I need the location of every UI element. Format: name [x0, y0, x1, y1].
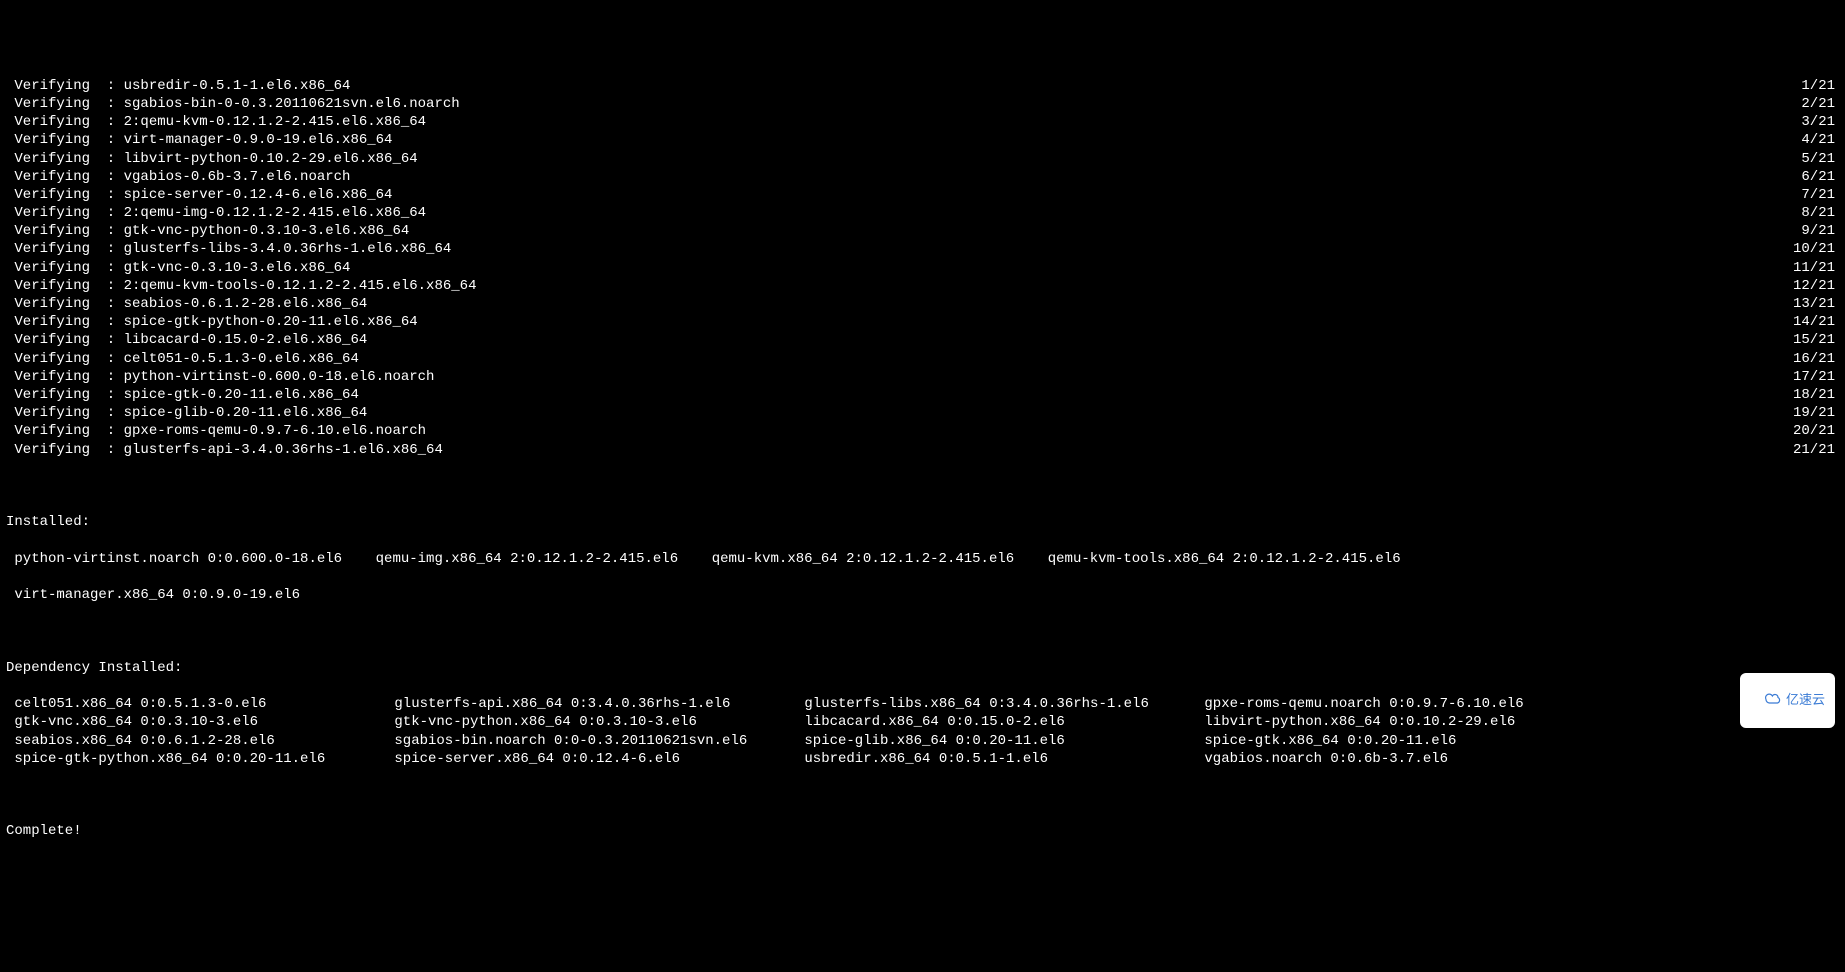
verify-line: Verifying : 2:qemu-kvm-0.12.1.2-2.415.el…: [6, 113, 1839, 131]
verify-output-block: Verifying : usbredir-0.5.1-1.el6.x86_64 1…: [6, 77, 1839, 459]
verify-line: Verifying : spice-server-0.12.4-6.el6.x8…: [6, 186, 1839, 204]
watermark-badge: 亿速云: [1740, 673, 1835, 728]
verify-package: Verifying : vgabios-0.6b-3.7.el6.noarch: [14, 168, 350, 186]
verify-line: Verifying : vgabios-0.6b-3.7.el6.noarch 6…: [6, 168, 1839, 186]
verify-package: Verifying : libvirt-python-0.10.2-29.el6…: [14, 150, 417, 168]
verify-line: Verifying : glusterfs-api-3.4.0.36rhs-1.…: [6, 441, 1839, 459]
cloud-icon: [1750, 675, 1782, 726]
verify-line: Verifying : python-virtinst-0.600.0-18.e…: [6, 368, 1839, 386]
verify-progress: 17/21: [1793, 368, 1839, 386]
verify-progress: 13/21: [1793, 295, 1839, 313]
verify-progress: 6/21: [1801, 168, 1839, 186]
verify-line: Verifying : celt051-0.5.1.3-0.el6.x86_64…: [6, 350, 1839, 368]
verify-progress: 5/21: [1801, 150, 1839, 168]
verify-package: Verifying : spice-glib-0.20-11.el6.x86_6…: [14, 404, 367, 422]
dependency-package: vgabios.noarch 0:0.6b-3.7.el6: [1204, 750, 1839, 768]
dependency-package: spice-gtk.x86_64 0:0.20-11.el6: [1204, 732, 1839, 750]
verify-progress: 2/21: [1801, 95, 1839, 113]
verify-progress: 12/21: [1793, 277, 1839, 295]
verify-package: Verifying : sgabios-bin-0-0.3.20110621sv…: [14, 95, 459, 113]
verify-line: Verifying : libcacard-0.15.0-2.el6.x86_6…: [6, 331, 1839, 349]
verify-progress: 8/21: [1801, 204, 1839, 222]
verify-progress: 14/21: [1793, 313, 1839, 331]
dependency-package: celt051.x86_64 0:0.5.1.3-0.el6: [14, 695, 394, 713]
verify-progress: 21/21: [1793, 441, 1839, 459]
verify-line: Verifying : 2:qemu-img-0.12.1.2-2.415.el…: [6, 204, 1839, 222]
verify-line: Verifying : sgabios-bin-0-0.3.20110621sv…: [6, 95, 1839, 113]
verify-package: Verifying : spice-gtk-0.20-11.el6.x86_64: [14, 386, 358, 404]
verify-package: Verifying : spice-server-0.12.4-6.el6.x8…: [14, 186, 392, 204]
verify-package: Verifying : libcacard-0.15.0-2.el6.x86_6…: [14, 331, 367, 349]
dependency-package: glusterfs-api.x86_64 0:3.4.0.36rhs-1.el6: [394, 695, 804, 713]
verify-progress: 4/21: [1801, 131, 1839, 149]
verify-line: Verifying : virt-manager-0.9.0-19.el6.x8…: [6, 131, 1839, 149]
dependency-packages-grid: celt051.x86_64 0:0.5.1.3-0.el6glusterfs-…: [6, 695, 1839, 768]
dependency-package: glusterfs-libs.x86_64 0:3.4.0.36rhs-1.el…: [804, 695, 1204, 713]
verify-package: Verifying : gtk-vnc-0.3.10-3.el6.x86_64: [14, 259, 350, 277]
dependency-package: spice-server.x86_64 0:0.12.4-6.el6: [394, 750, 804, 768]
dependency-installed-heading: Dependency Installed:: [6, 659, 1839, 677]
verify-package: Verifying : python-virtinst-0.600.0-18.e…: [14, 368, 434, 386]
verify-line: Verifying : gpxe-roms-qemu-0.9.7-6.10.el…: [6, 422, 1839, 440]
dependency-package: spice-gtk-python.x86_64 0:0.20-11.el6: [14, 750, 394, 768]
dependency-package: sgabios-bin.noarch 0:0-0.3.20110621svn.e…: [394, 732, 804, 750]
verify-progress: 18/21: [1793, 386, 1839, 404]
verify-line: Verifying : usbredir-0.5.1-1.el6.x86_64 1…: [6, 77, 1839, 95]
verify-progress: 15/21: [1793, 331, 1839, 349]
verify-package: Verifying : virt-manager-0.9.0-19.el6.x8…: [14, 131, 392, 149]
verify-package: Verifying : celt051-0.5.1.3-0.el6.x86_64: [14, 350, 358, 368]
verify-progress: 10/21: [1793, 240, 1839, 258]
verify-package: Verifying : gtk-vnc-python-0.3.10-3.el6.…: [14, 222, 409, 240]
installed-packages-line-1: python-virtinst.noarch 0:0.600.0-18.el6 …: [6, 550, 1839, 568]
verify-progress: 16/21: [1793, 350, 1839, 368]
verify-line: Verifying : seabios-0.6.1.2-28.el6.x86_6…: [6, 295, 1839, 313]
verify-package: Verifying : spice-gtk-python-0.20-11.el6…: [14, 313, 417, 331]
dependency-package: gtk-vnc-python.x86_64 0:0.3.10-3.el6: [394, 713, 804, 731]
verify-line: Verifying : libvirt-python-0.10.2-29.el6…: [6, 150, 1839, 168]
verify-progress: 20/21: [1793, 422, 1839, 440]
dependency-package: usbredir.x86_64 0:0.5.1-1.el6: [804, 750, 1204, 768]
dependency-package: seabios.x86_64 0:0.6.1.2-28.el6: [14, 732, 394, 750]
verify-progress: 1/21: [1801, 77, 1839, 95]
verify-package: Verifying : seabios-0.6.1.2-28.el6.x86_6…: [14, 295, 367, 313]
verify-line: Verifying : spice-gtk-0.20-11.el6.x86_64…: [6, 386, 1839, 404]
verify-line: Verifying : glusterfs-libs-3.4.0.36rhs-1…: [6, 240, 1839, 258]
verify-progress: 7/21: [1801, 186, 1839, 204]
verify-package: Verifying : 2:qemu-kvm-0.12.1.2-2.415.el…: [14, 113, 426, 131]
watermark-text: 亿速云: [1786, 692, 1825, 709]
verify-progress: 3/21: [1801, 113, 1839, 131]
verify-package: Verifying : 2:qemu-kvm-tools-0.12.1.2-2.…: [14, 277, 476, 295]
verify-progress: 11/21: [1793, 259, 1839, 277]
verify-package: Verifying : 2:qemu-img-0.12.1.2-2.415.el…: [14, 204, 426, 222]
verify-package: Verifying : gpxe-roms-qemu-0.9.7-6.10.el…: [14, 422, 426, 440]
complete-message: Complete!: [6, 822, 1839, 840]
verify-line: Verifying : 2:qemu-kvm-tools-0.12.1.2-2.…: [6, 277, 1839, 295]
verify-package: Verifying : glusterfs-api-3.4.0.36rhs-1.…: [14, 441, 442, 459]
verify-package: Verifying : usbredir-0.5.1-1.el6.x86_64: [14, 77, 350, 95]
dependency-package: libcacard.x86_64 0:0.15.0-2.el6: [804, 713, 1204, 731]
verify-progress: 19/21: [1793, 404, 1839, 422]
verify-line: Verifying : spice-glib-0.20-11.el6.x86_6…: [6, 404, 1839, 422]
verify-line: Verifying : spice-gtk-python-0.20-11.el6…: [6, 313, 1839, 331]
dependency-package: gtk-vnc.x86_64 0:0.3.10-3.el6: [14, 713, 394, 731]
verify-line: Verifying : gtk-vnc-0.3.10-3.el6.x86_64 1…: [6, 259, 1839, 277]
dependency-package: spice-glib.x86_64 0:0.20-11.el6: [804, 732, 1204, 750]
verify-package: Verifying : glusterfs-libs-3.4.0.36rhs-1…: [14, 240, 451, 258]
verify-progress: 9/21: [1801, 222, 1839, 240]
verify-line: Verifying : gtk-vnc-python-0.3.10-3.el6.…: [6, 222, 1839, 240]
installed-packages-line-2: virt-manager.x86_64 0:0.9.0-19.el6: [6, 586, 1839, 604]
installed-heading: Installed:: [6, 513, 1839, 531]
